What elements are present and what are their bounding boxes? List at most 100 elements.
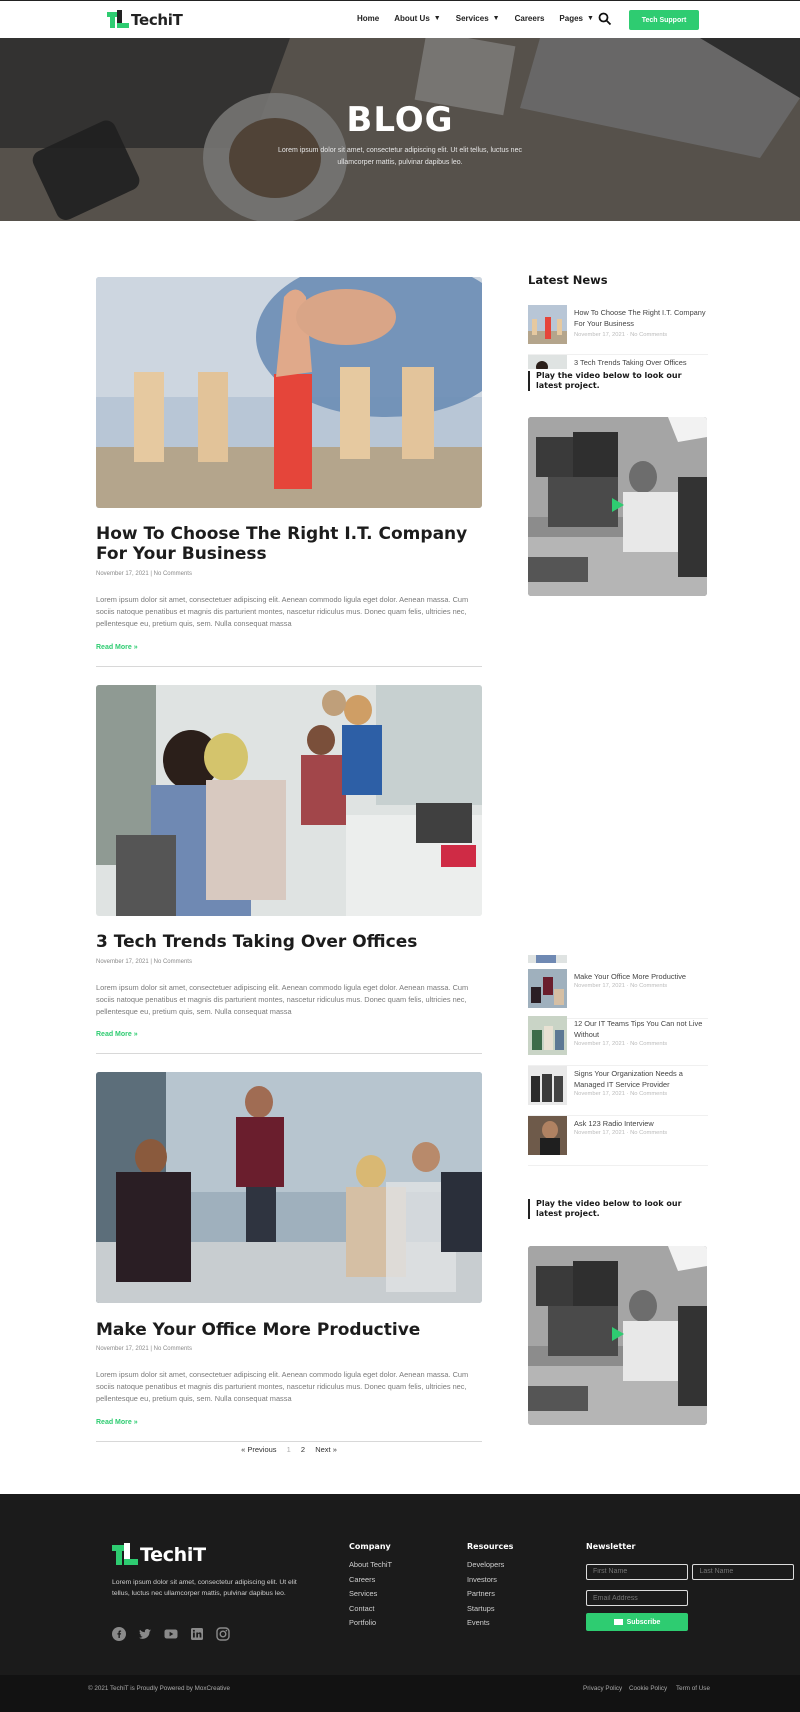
news-thumbnail bbox=[528, 1116, 567, 1155]
news-item[interactable]: 3 Tech Trends Taking Over Offices bbox=[528, 355, 708, 369]
video-player[interactable] bbox=[528, 417, 707, 596]
video-thumbnail bbox=[528, 417, 707, 596]
pagination-page-2[interactable]: 2 bbox=[301, 1445, 305, 1454]
pagination-previous[interactable]: « Previous bbox=[241, 1445, 276, 1454]
first-name-field[interactable] bbox=[586, 1563, 688, 1580]
post-title[interactable]: How To Choose The Right I.T. Company For… bbox=[96, 524, 482, 564]
site-header: TechiT Home About Us ▼ Services ▼ Careers … bbox=[0, 0, 800, 38]
email-field[interactable] bbox=[586, 1590, 688, 1606]
news-meta: November 17, 2021 · No Comments bbox=[574, 1041, 668, 1047]
news-title[interactable]: How To Choose The Right I.T. Company For… bbox=[574, 307, 708, 329]
video-note-heading: Play the video below to look our latest … bbox=[528, 371, 708, 391]
tech-support-button[interactable]: Tech Support bbox=[629, 10, 699, 30]
news-meta: November 17, 2021 · No Comments bbox=[574, 332, 668, 338]
subscribe-button[interactable]: Subscribe bbox=[586, 1613, 688, 1631]
post-date: November 17, 2021 bbox=[96, 959, 149, 965]
news-comments: No Comments bbox=[630, 332, 668, 338]
read-more-link[interactable]: Read More » bbox=[96, 1031, 138, 1038]
news-item[interactable]: How To Choose The Right I.T. Company For… bbox=[528, 305, 708, 355]
news-comments: No Comments bbox=[630, 1130, 668, 1136]
post-thumbnail-meeting bbox=[96, 1072, 482, 1303]
nav-item-services[interactable]: Services ▼ bbox=[456, 14, 500, 23]
terms-of-use-link[interactable]: Term of Use bbox=[676, 1685, 710, 1692]
footer-link[interactable]: Developers bbox=[467, 1560, 513, 1575]
news-item[interactable]: Ask 123 Radio Interview November 17, 202… bbox=[528, 1116, 708, 1166]
instagram-icon[interactable] bbox=[216, 1627, 230, 1641]
post-thumbnail-office bbox=[96, 685, 482, 916]
footer-logo-text: TechiT bbox=[140, 1544, 206, 1566]
copyright-text: © 2021 TechiT is Proudly Powered by MoxC… bbox=[88, 1685, 230, 1692]
footer-link[interactable]: Investors bbox=[467, 1575, 513, 1590]
nav-label: Pages bbox=[559, 14, 583, 23]
news-date: November 17, 2021 bbox=[574, 1130, 625, 1136]
news-title[interactable]: 3 Tech Trends Taking Over Offices bbox=[574, 357, 708, 368]
post-excerpt: Lorem ipsum dolor sit amet, consectetuer… bbox=[96, 595, 469, 628]
post-divider bbox=[96, 666, 482, 667]
pagination-page-1: 1 bbox=[286, 1445, 291, 1454]
news-item[interactable]: Make Your Office More Productive Novembe… bbox=[528, 969, 708, 1019]
post-date: November 17, 2021 bbox=[96, 571, 149, 577]
news-title[interactable]: Ask 123 Radio Interview bbox=[574, 1118, 708, 1129]
news-date: November 17, 2021 bbox=[574, 332, 625, 338]
read-more-link[interactable]: Read More » bbox=[96, 644, 138, 651]
logo-mark-icon bbox=[112, 1543, 138, 1567]
news-item[interactable]: Signs Your Organization Needs a Managed … bbox=[528, 1066, 708, 1116]
post-meta: November 17, 2021 | No Comments bbox=[96, 959, 192, 965]
newsletter-form: Newsletter Subscribe bbox=[586, 1542, 800, 1631]
linkedin-icon[interactable] bbox=[190, 1627, 204, 1641]
post-image[interactable] bbox=[96, 277, 482, 508]
cookie-policy-link[interactable]: Cookie Policy bbox=[629, 1685, 667, 1692]
read-more-link[interactable]: Read More » bbox=[96, 1419, 138, 1426]
video-player[interactable] bbox=[528, 1246, 707, 1425]
news-thumbnail bbox=[528, 1016, 567, 1055]
news-title[interactable]: 12 Our IT Teams Tips You Can not Live Wi… bbox=[574, 1018, 708, 1040]
footer-logo[interactable]: TechiT bbox=[112, 1543, 206, 1567]
footer-link[interactable]: Events bbox=[467, 1618, 513, 1633]
news-comments: No Comments bbox=[630, 983, 668, 989]
footer-link[interactable]: About TechiT bbox=[349, 1560, 392, 1575]
footer-link[interactable]: Portfolio bbox=[349, 1618, 392, 1633]
post-title[interactable]: Make Your Office More Productive bbox=[96, 1320, 482, 1340]
nav-item-home[interactable]: Home bbox=[357, 14, 379, 23]
post-comments[interactable]: No Comments bbox=[154, 959, 192, 965]
last-name-field[interactable] bbox=[692, 1563, 795, 1580]
chevron-down-icon: ▼ bbox=[492, 15, 500, 22]
footer-resources-column: Resources Developers Investors Partners … bbox=[467, 1542, 513, 1633]
news-thumbnail bbox=[528, 355, 567, 369]
privacy-policy-link[interactable]: Privacy Policy bbox=[583, 1685, 622, 1692]
post-image[interactable] bbox=[96, 1072, 482, 1303]
youtube-icon[interactable] bbox=[164, 1627, 178, 1641]
nav-item-careers[interactable]: Careers bbox=[515, 14, 545, 23]
news-title[interactable]: Signs Your Organization Needs a Managed … bbox=[574, 1068, 708, 1090]
footer-link[interactable]: Careers bbox=[349, 1575, 392, 1590]
post-thumbnail-blocks bbox=[96, 277, 482, 508]
nav-label: Services bbox=[455, 14, 489, 23]
news-title[interactable]: Make Your Office More Productive bbox=[574, 971, 708, 982]
footer-link[interactable]: Partners bbox=[467, 1589, 513, 1604]
news-item[interactable]: 12 Our IT Teams Tips You Can not Live Wi… bbox=[528, 1016, 708, 1066]
logo-text: TechiT bbox=[131, 11, 183, 29]
footer-link[interactable]: Services bbox=[349, 1589, 392, 1604]
footer-resources-heading: Resources bbox=[467, 1542, 514, 1551]
facebook-icon[interactable] bbox=[112, 1627, 126, 1641]
footer-link[interactable]: Startups bbox=[467, 1604, 513, 1619]
nav-item-pages[interactable]: Pages ▼ bbox=[559, 14, 594, 23]
news-item[interactable] bbox=[528, 955, 708, 963]
post-title[interactable]: 3 Tech Trends Taking Over Offices bbox=[96, 932, 482, 952]
latest-news-heading: Latest News bbox=[528, 273, 608, 287]
news-thumbnail bbox=[528, 1066, 567, 1105]
site-logo[interactable]: TechiT bbox=[107, 10, 183, 30]
footer-link[interactable]: Contact bbox=[349, 1604, 392, 1619]
search-icon[interactable] bbox=[598, 12, 612, 26]
post-comments[interactable]: No Comments bbox=[154, 1346, 192, 1352]
post-comments[interactable]: No Comments bbox=[154, 571, 192, 577]
post-image[interactable] bbox=[96, 685, 482, 916]
twitter-icon[interactable] bbox=[138, 1627, 152, 1641]
pagination-next[interactable]: Next » bbox=[315, 1445, 337, 1454]
newsletter-heading: Newsletter bbox=[586, 1542, 636, 1551]
nav-label: Careers bbox=[514, 14, 545, 23]
nav-item-about[interactable]: About Us ▼ bbox=[394, 14, 441, 23]
news-date: November 17, 2021 bbox=[574, 1091, 625, 1097]
news-meta: November 17, 2021 · No Comments bbox=[574, 1091, 668, 1097]
post-excerpt: Lorem ipsum dolor sit amet, consectetuer… bbox=[96, 1370, 469, 1403]
